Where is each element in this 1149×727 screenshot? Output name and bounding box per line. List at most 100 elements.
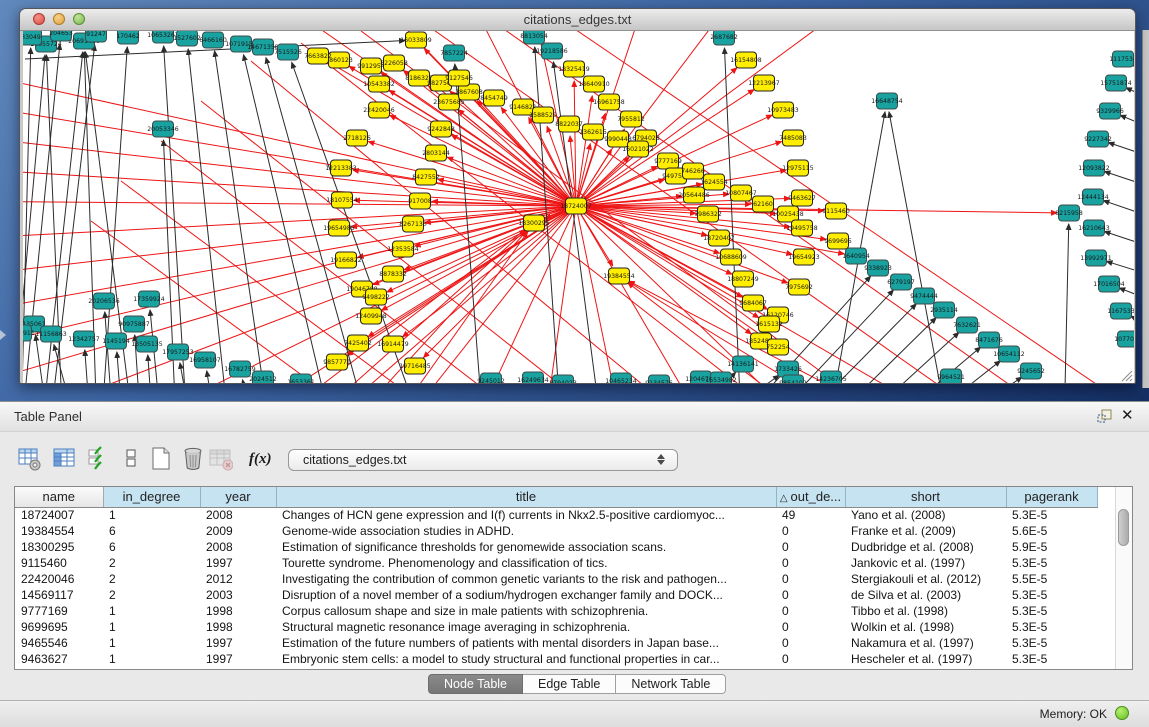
table-cell[interactable]: 6 [103, 539, 200, 555]
column-header-short[interactable]: short [845, 487, 1006, 507]
column-header-year[interactable]: year [200, 487, 276, 507]
table-cell[interactable]: Nakamura et al. (1997) [845, 635, 1006, 651]
table-row[interactable]: 1872400712008Changes of HCN gene express… [15, 507, 1097, 523]
table-cell[interactable]: 9699695 [15, 619, 103, 635]
table-row[interactable]: 2242004622012Investigating the contribut… [15, 571, 1097, 587]
column-header-out_de[interactable]: △out_de... [776, 487, 845, 507]
table-cell[interactable]: Structural magnetic resonance image aver… [276, 619, 776, 635]
table-cell[interactable]: Stergiakouli et al. (2012) [845, 571, 1006, 587]
table-cell[interactable]: Wolkin et al. (1998) [845, 619, 1006, 635]
table-cell[interactable]: 18300295 [15, 539, 103, 555]
function-builder-icon[interactable]: f(x) [249, 446, 273, 472]
table-cell[interactable]: Estimation of the future numbers of pati… [276, 635, 776, 651]
table-cell[interactable]: 6 [103, 523, 200, 539]
table-cell[interactable]: 0 [776, 587, 845, 603]
table-cell[interactable]: Yano et al. (2008) [845, 507, 1006, 523]
table-cell[interactable]: Estimation of significance thresholds fo… [276, 539, 776, 555]
table-cell[interactable]: 2 [103, 571, 200, 587]
table-cell[interactable]: 49 [776, 507, 845, 523]
table-cell[interactable]: 5.3E-5 [1006, 635, 1097, 651]
table-cell[interactable]: 0 [776, 619, 845, 635]
table-cell[interactable]: 1 [103, 603, 200, 619]
table-cell[interactable]: 0 [776, 651, 845, 667]
deselect-rows-icon[interactable] [121, 446, 145, 472]
table-row[interactable]: 977716911998Corpus callosum shape and si… [15, 603, 1097, 619]
table-cell[interactable]: Jankovic et al. (1997) [845, 555, 1006, 571]
table-row[interactable]: 1456911722003Disruption of a novel membe… [15, 587, 1097, 603]
table-cell[interactable]: 1 [103, 619, 200, 635]
table-cell[interactable]: 2012 [200, 571, 276, 587]
table-cell[interactable]: 1 [103, 507, 200, 523]
table-cell[interactable]: 5.3E-5 [1006, 507, 1097, 523]
network-canvas[interactable]: 1872400722420046924284828031448427552917… [23, 31, 1134, 383]
table-cell[interactable]: 9465546 [15, 635, 103, 651]
column-header-in_degree[interactable]: in_degree [103, 487, 200, 507]
close-panel-icon[interactable]: ✕ [1121, 406, 1134, 424]
table-cell[interactable]: 2 [103, 555, 200, 571]
tab-edge-table[interactable]: Edge Table [523, 674, 616, 694]
table-cell[interactable]: Tourette syndrome. Phenomenology and cla… [276, 555, 776, 571]
table-row[interactable]: 946554611997Estimation of the future num… [15, 635, 1097, 651]
float-panel-icon[interactable] [1096, 408, 1114, 425]
table-row[interactable]: 1938455462009Genome-wide association stu… [15, 523, 1097, 539]
table-cell[interactable]: Genome-wide association studies in ADHD. [276, 523, 776, 539]
table-cell[interactable]: 0 [776, 523, 845, 539]
table-cell[interactable]: 9115460 [15, 555, 103, 571]
select-columns-icon[interactable] [53, 446, 77, 472]
table-cell[interactable]: de Silva et al. (2003) [845, 587, 1006, 603]
table-cell[interactable]: 2008 [200, 539, 276, 555]
table-row[interactable]: 946362711997Embryonic stem cells: a mode… [15, 651, 1097, 667]
table-row[interactable]: 911546021997Tourette syndrome. Phenomeno… [15, 555, 1097, 571]
memory-status-indicator[interactable] [1115, 706, 1129, 720]
close-window-icon[interactable] [33, 13, 45, 25]
column-header-pagerank[interactable]: pagerank [1006, 487, 1097, 507]
table-cell[interactable]: 2009 [200, 523, 276, 539]
table-cell[interactable]: 5.9E-5 [1006, 539, 1097, 555]
table-cell[interactable]: 5.3E-5 [1006, 619, 1097, 635]
table-cell[interactable]: Dudbridge et al. (2008) [845, 539, 1006, 555]
table-cell[interactable]: 22420046 [15, 571, 103, 587]
table-selector-dropdown[interactable]: citations_edges.txt [288, 449, 678, 471]
table-cell[interactable]: 18724007 [15, 507, 103, 523]
table-cell[interactable]: 0 [776, 539, 845, 555]
new-object-icon[interactable] [150, 446, 174, 472]
table-cell[interactable]: 2008 [200, 507, 276, 523]
table-cell[interactable]: 2003 [200, 587, 276, 603]
table-cell[interactable]: 1997 [200, 635, 276, 651]
resize-grip-icon[interactable] [1119, 368, 1133, 382]
table-cell[interactable]: Changes of HCN gene expression and I(f) … [276, 507, 776, 523]
table-cell[interactable]: 5.5E-5 [1006, 571, 1097, 587]
table-cell[interactable]: 1998 [200, 619, 276, 635]
table-cell[interactable]: 14569117 [15, 587, 103, 603]
column-header-name[interactable]: name [15, 487, 103, 507]
table-cell[interactable]: 5.3E-5 [1006, 603, 1097, 619]
table-row[interactable]: 969969511998Structural magnetic resonanc… [15, 619, 1097, 635]
table-cell[interactable]: 2 [103, 587, 200, 603]
table-cell[interactable]: Corpus callosum shape and size in male p… [276, 603, 776, 619]
table-cell[interactable]: 5.3E-5 [1006, 587, 1097, 603]
table-cell[interactable]: 5.6E-5 [1006, 523, 1097, 539]
delete-entries-icon[interactable] [182, 446, 206, 472]
table-cell[interactable]: 0 [776, 635, 845, 651]
table-vertical-scrollbar[interactable] [1115, 487, 1132, 669]
table-cell[interactable]: 0 [776, 571, 845, 587]
panel-collapse-handle-icon[interactable] [0, 330, 6, 340]
table-cell[interactable]: 1998 [200, 603, 276, 619]
column-header-title[interactable]: title [276, 487, 776, 507]
tab-network-table[interactable]: Network Table [616, 674, 726, 694]
table-cell[interactable]: Investigating the contribution of common… [276, 571, 776, 587]
table-cell[interactable]: 5.3E-5 [1006, 555, 1097, 571]
table-cell[interactable]: Franke et al. (2009) [845, 523, 1006, 539]
table-cell[interactable]: 1997 [200, 555, 276, 571]
select-all-rows-icon[interactable] [87, 446, 111, 472]
table-row[interactable]: 1830029562008Estimation of significance … [15, 539, 1097, 555]
table-cell[interactable]: 0 [776, 555, 845, 571]
table-cell[interactable]: Hescheler et al. (1997) [845, 651, 1006, 667]
table-cell[interactable]: Embryonic stem cells: a model to study s… [276, 651, 776, 667]
table-cell[interactable]: Disruption of a novel member of a sodium… [276, 587, 776, 603]
table-cell[interactable]: 1 [103, 635, 200, 651]
table-cell[interactable]: 0 [776, 603, 845, 619]
window-titlebar[interactable]: citations_edges.txt [20, 9, 1135, 31]
table-cell[interactable]: 9777169 [15, 603, 103, 619]
table-cell[interactable]: 5.3E-5 [1006, 651, 1097, 667]
